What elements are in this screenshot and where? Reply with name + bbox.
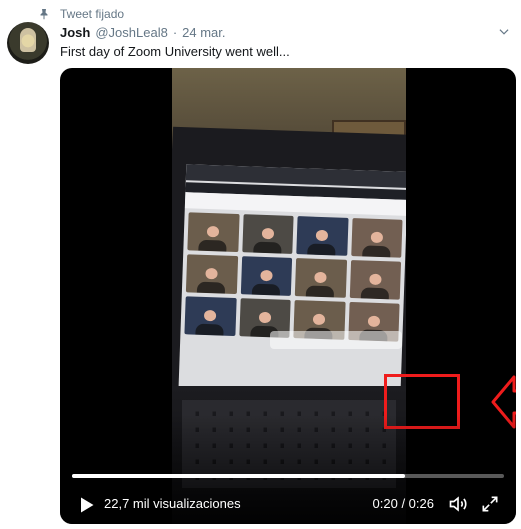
participant-tile: [296, 216, 349, 256]
author-handle[interactable]: @JoshLeal8: [95, 25, 167, 40]
participant-grid: [180, 208, 406, 346]
participant-tile: [240, 256, 293, 296]
participant-tile: [294, 258, 347, 298]
participant-tile: [241, 214, 294, 254]
play-icon[interactable]: [76, 495, 96, 515]
tweet-date[interactable]: 24 mar.: [182, 25, 225, 40]
participant-tile: [349, 259, 402, 300]
tweet-text: First day of Zoom University went well..…: [60, 44, 290, 59]
chevron-down-icon[interactable]: [497, 25, 511, 39]
progress-fill: [72, 474, 405, 478]
pin-icon: [40, 9, 48, 20]
participant-tile: [350, 218, 403, 258]
author-name[interactable]: Josh: [60, 25, 90, 40]
participant-tile: [187, 212, 240, 253]
pinned-label: Tweet fijado: [60, 7, 125, 21]
progress-bar[interactable]: [72, 474, 504, 478]
video-player[interactable]: 22,7 mil visualizaciones 0:20 / 0:26: [60, 68, 516, 524]
video-time: 0:20 / 0:26: [372, 496, 434, 511]
volume-icon[interactable]: [448, 494, 468, 514]
dock: [270, 331, 402, 349]
pinned-row: Tweet fijado: [38, 6, 124, 22]
participant-tile: [184, 296, 237, 336]
avatar[interactable]: [7, 22, 49, 64]
fullscreen-icon[interactable]: [480, 494, 500, 514]
view-count: 22,7 mil visualizaciones: [104, 496, 241, 511]
participant-tile: [185, 254, 238, 295]
laptop-screen: [177, 164, 406, 417]
header-separator: ·: [172, 25, 178, 40]
tweet-header: Josh @JoshLeal8 · 24 mar.: [60, 25, 226, 40]
